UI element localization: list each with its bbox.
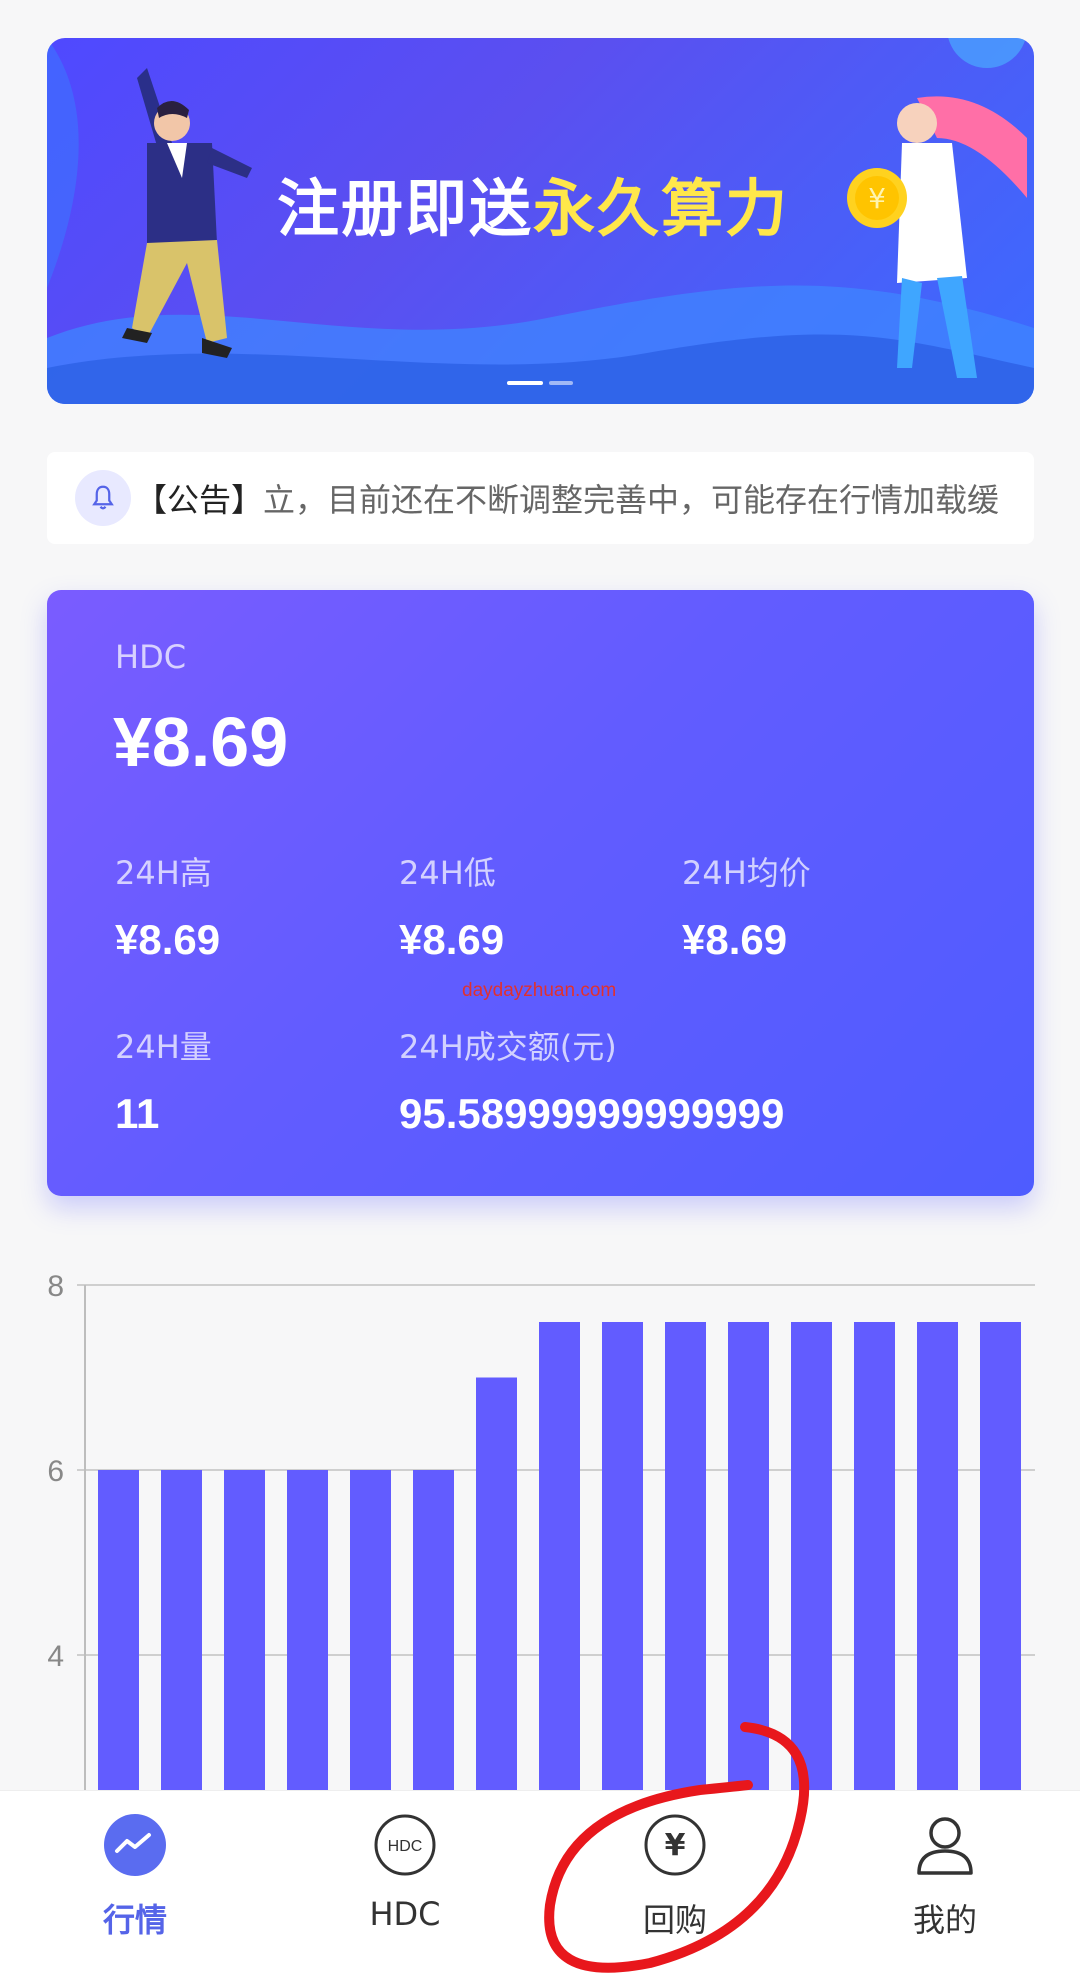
- chart-bar[interactable]: [665, 1322, 706, 1790]
- nav-item-hdc[interactable]: HDC HDC: [270, 1791, 540, 1984]
- carousel-dot-active[interactable]: [507, 381, 543, 385]
- trend-icon: [104, 1814, 166, 1876]
- stat-low-label: 24H低: [399, 854, 496, 892]
- banner-title: 注册即送永久算力: [277, 158, 789, 248]
- price-card: HDC ¥8.69 24H高 ¥8.69 24H低 ¥8.69 24H均价 ¥8…: [47, 590, 1034, 1196]
- chart-bar[interactable]: [602, 1322, 643, 1790]
- stat-turnover-label: 24H成交额(元): [399, 1028, 617, 1066]
- chart-bar[interactable]: [980, 1322, 1021, 1790]
- bell-icon-wrap: [75, 470, 131, 526]
- svg-text:¥: ¥: [665, 1828, 686, 1863]
- user-icon: [917, 1817, 973, 1875]
- chart-bar[interactable]: [161, 1470, 202, 1790]
- chart-bar[interactable]: [476, 1377, 517, 1791]
- price-bar-chart: 2468: [47, 1270, 1035, 1791]
- y-tick-label: 6: [47, 1455, 64, 1488]
- chart-bar[interactable]: [98, 1470, 139, 1790]
- chart-bar[interactable]: [539, 1322, 580, 1790]
- stat-volume-label: 24H量: [115, 1028, 212, 1066]
- woman-illustration: ¥: [847, 96, 1027, 378]
- y-tick-label: 4: [47, 1640, 64, 1673]
- chart-bar[interactable]: [728, 1322, 769, 1790]
- stat-avg-label: 24H均价: [682, 854, 811, 892]
- hdc-coin-icon: HDC: [374, 1814, 436, 1876]
- chart-bar[interactable]: [350, 1470, 391, 1790]
- current-price: ¥8.69: [113, 703, 289, 781]
- promo-banner[interactable]: ¥ 注册即送永久算力: [47, 38, 1034, 404]
- carousel-dot[interactable]: [549, 381, 573, 385]
- nav-item-buyback[interactable]: ¥ 回购: [540, 1791, 810, 1984]
- banner-title-plain: 注册即送: [277, 172, 534, 245]
- man-illustration: [122, 68, 252, 358]
- stat-turnover-value: 95.58999999999999: [399, 1090, 785, 1137]
- stat-high-label: 24H高: [115, 854, 212, 892]
- stat-avg-value: ¥8.69: [682, 916, 788, 963]
- bottom-nav: 行情 HDC HDC ¥ 回购 我的: [0, 1790, 1080, 1984]
- watermark-text: daydayzhuan.com: [462, 980, 617, 1001]
- nav-item-profile[interactable]: 我的: [810, 1791, 1080, 1984]
- nav-label-hdc: HDC: [369, 1895, 441, 1933]
- chart-bar[interactable]: [854, 1322, 895, 1790]
- announcement-tag: 【公告】: [135, 481, 264, 519]
- nav-label-profile: 我的: [912, 1901, 977, 1939]
- chart-bar[interactable]: [224, 1470, 265, 1790]
- chart-bar[interactable]: [791, 1322, 832, 1790]
- nav-item-market[interactable]: 行情: [0, 1791, 270, 1984]
- announcement-bar[interactable]: 【公告】立，目前还在不断调整完善中，可能存在行情加载缓: [47, 452, 1034, 544]
- stat-low-value: ¥8.69: [399, 916, 505, 963]
- chart-bar[interactable]: [917, 1322, 958, 1790]
- coin-yen-symbol: ¥: [868, 182, 886, 215]
- nav-label-buyback: 回购: [642, 1901, 707, 1939]
- bell-icon: [92, 485, 114, 510]
- announcement-body: 立，目前还在不断调整完善中，可能存在行情加载缓: [263, 481, 1000, 519]
- nav-label-market: 行情: [102, 1901, 167, 1939]
- stat-volume-value: 11: [115, 1090, 160, 1137]
- banner-title-highlight: 永久算力: [533, 172, 790, 245]
- chart-bar[interactable]: [413, 1470, 454, 1790]
- announcement-text: 【公告】立，目前还在不断调整完善中，可能存在行情加载缓: [135, 475, 999, 521]
- y-tick-label: 8: [47, 1270, 64, 1303]
- yen-coin-icon: ¥: [644, 1814, 706, 1876]
- chart-bar[interactable]: [287, 1470, 328, 1790]
- svg-text:HDC: HDC: [388, 1838, 423, 1855]
- symbol-label: HDC: [115, 638, 187, 676]
- stat-high-value: ¥8.69: [115, 916, 221, 963]
- carousel-indicator: [507, 381, 573, 385]
